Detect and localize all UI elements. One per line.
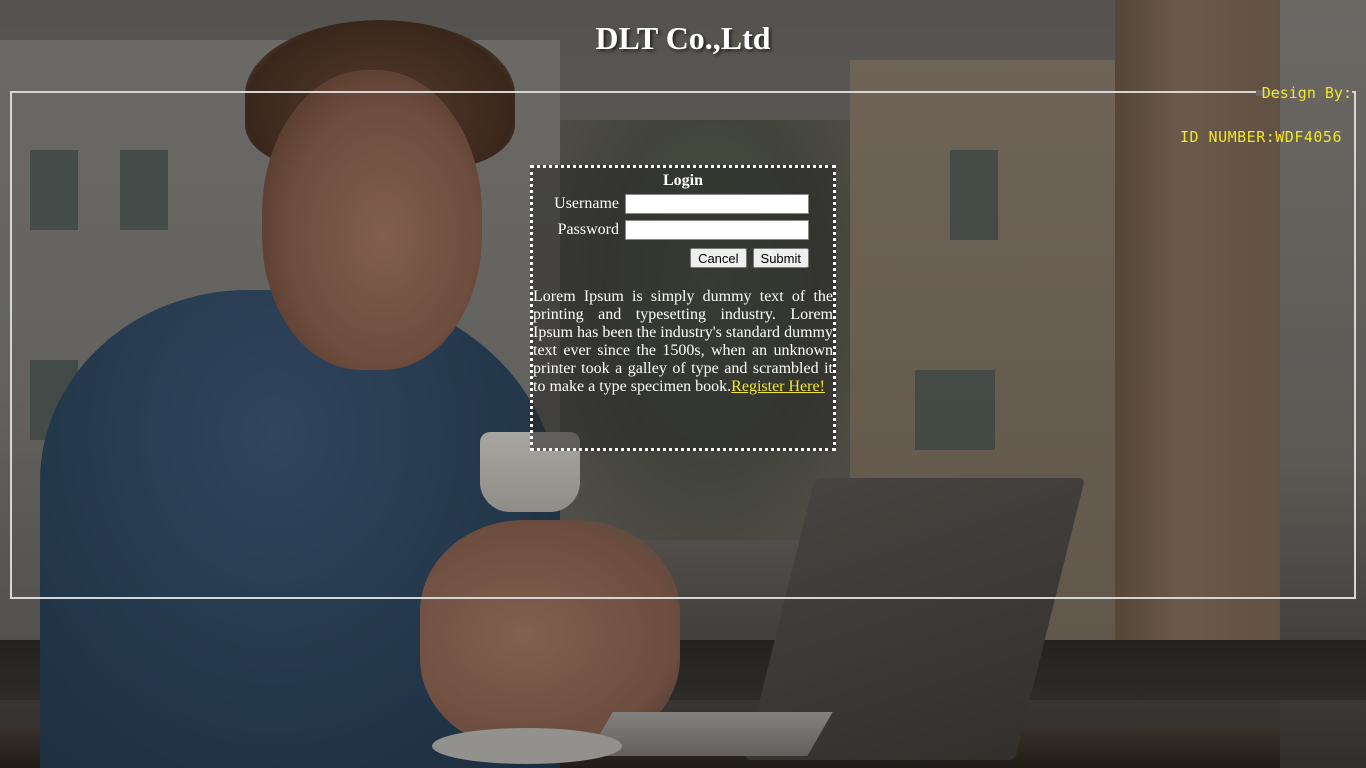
- login-panel: Login Username Password Cancel Submit Lo…: [530, 165, 836, 451]
- submit-button[interactable]: Submit: [752, 248, 809, 268]
- design-by-label: Design By:: [1261, 84, 1352, 102]
- password-label: Password: [557, 221, 619, 238]
- register-link[interactable]: Register Here!: [731, 378, 825, 395]
- password-input[interactable]: [625, 220, 809, 240]
- site-title: DLT Co.,Ltd: [595, 20, 771, 56]
- username-input[interactable]: [625, 194, 809, 214]
- username-row: Username: [533, 192, 833, 216]
- form-buttons: Cancel Submit: [533, 248, 833, 268]
- username-label: Username: [554, 195, 619, 212]
- description-text: Lorem Ipsum is simply dummy text of the …: [533, 288, 833, 396]
- password-row: Password: [533, 218, 833, 242]
- login-title: Login: [662, 172, 703, 189]
- id-number-label: ID NUMBER:WDF4056: [1179, 128, 1342, 146]
- cancel-button[interactable]: Cancel: [690, 248, 747, 268]
